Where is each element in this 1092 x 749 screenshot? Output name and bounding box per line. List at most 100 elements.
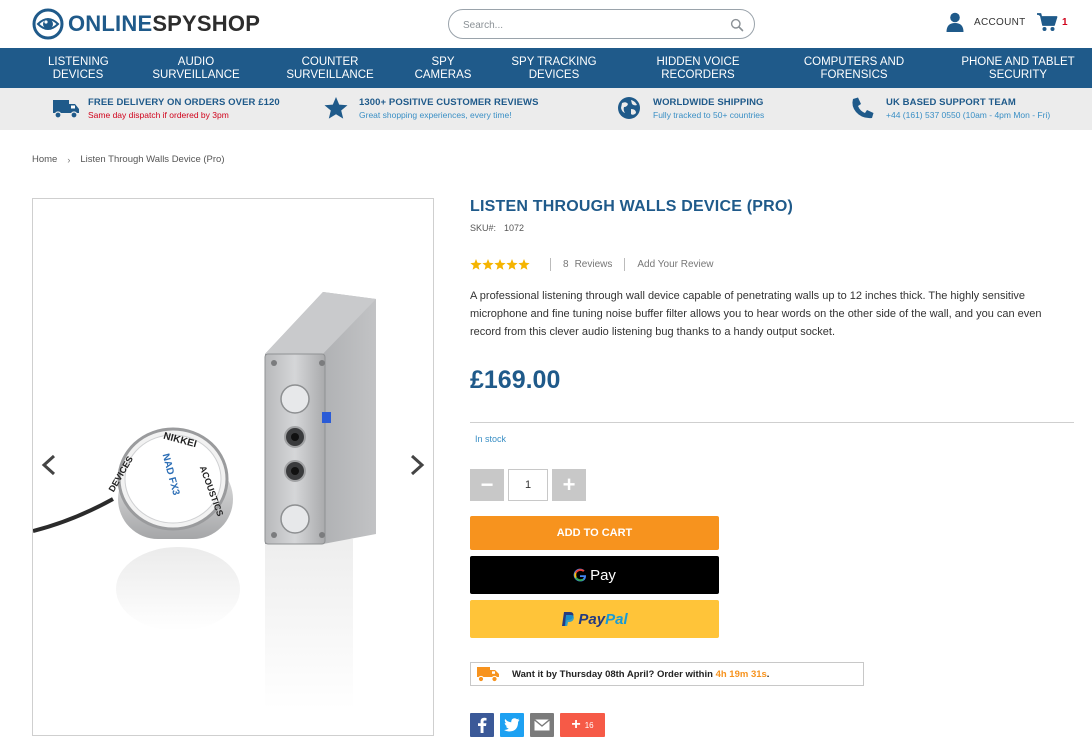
account-link[interactable]: ACCOUNT	[946, 12, 1026, 32]
share-more-button[interactable]: + 16	[560, 713, 605, 737]
nav-label-line1: SPY	[431, 56, 455, 68]
benefit-title: FREE DELIVERY ON ORDERS OVER £120	[88, 97, 280, 108]
user-icon	[946, 12, 964, 32]
breadcrumb-home[interactable]: Home	[32, 154, 57, 165]
cart-icon	[1037, 13, 1058, 31]
paypal-label-pal: Pal	[605, 610, 628, 628]
product-image	[33, 292, 376, 709]
nav-item-computers-and-forensics[interactable]: COMPUTERS AND FORENSICS	[800, 56, 908, 82]
nav-label-line2: SURVEILLANCE	[286, 69, 374, 81]
sku-value: 1072	[504, 223, 525, 233]
nav-item-audio-surveillance[interactable]: AUDIO SURVEILLANCE	[152, 56, 240, 82]
star-icon	[470, 259, 482, 270]
star-icon	[506, 259, 518, 270]
add-review-link[interactable]: Add Your Review	[637, 259, 713, 270]
nav-label-line2: CAMERAS	[414, 69, 472, 81]
cart-link[interactable]: 1	[1036, 12, 1068, 32]
benefits-bar: FREE DELIVERY ON ORDERS OVER £120 Same d…	[0, 88, 1092, 130]
product-description: A professional listening through wall de…	[470, 290, 1042, 338]
paypal-label-pay: Pay	[578, 610, 606, 628]
share-count: 16	[584, 720, 594, 730]
nav-label-line2: FORENSICS	[820, 69, 888, 81]
reviews-link[interactable]: Reviews	[575, 259, 613, 270]
google-pay-label: Pay	[590, 566, 616, 584]
delivery-estimate: Want it by Thursday 08th April? Order wi…	[470, 662, 864, 686]
twitter-icon	[504, 718, 520, 732]
globe-icon	[618, 97, 640, 119]
benefit-free-delivery: FREE DELIVERY ON ORDERS OVER £120 Same d…	[52, 96, 280, 120]
chevron-left-icon[interactable]	[41, 454, 57, 476]
benefit-subtitle: Same day dispatch if ordered by 3pm	[88, 110, 229, 120]
nav-label-line1: COMPUTERS AND	[803, 56, 905, 68]
nav-item-listening-devices[interactable]: LISTENING DEVICES	[48, 56, 109, 82]
benefit-uk-support: UK BASED SUPPORT TEAM +44 (161) 537 0550…	[850, 96, 1050, 120]
nav-label-line2: DEVICES	[52, 69, 104, 81]
nav-label-line1: COUNTER	[301, 56, 359, 68]
breadcrumb: Home › Listen Through Walls Device (Pro)	[32, 154, 224, 165]
rating-stars	[470, 259, 530, 270]
quantity-decrease-button[interactable]: −	[470, 469, 504, 501]
paypal-button[interactable]: Pay Pal	[470, 600, 719, 638]
product-rating: 8 Reviews Add Your Review	[470, 258, 714, 271]
benefit-customer-reviews: 1300+ POSITIVE CUSTOMER REVIEWS Great sh…	[323, 96, 539, 120]
star-icon	[494, 259, 506, 270]
top-header: ONLINESPYSHOP ACCOUNT 1	[0, 0, 1092, 48]
benefit-title: WORLDWIDE SHIPPING	[653, 97, 764, 108]
share-twitter-button[interactable]	[500, 713, 524, 737]
site-logo[interactable]: ONLINESPYSHOP	[32, 8, 260, 40]
search-icon[interactable]	[730, 18, 744, 32]
google-g-icon	[573, 568, 587, 582]
quantity-stepper: − +	[470, 469, 586, 501]
nav-label-line2: SECURITY	[988, 69, 1048, 81]
nav-label-line1: HIDDEN VOICE	[656, 56, 740, 68]
account-label: ACCOUNT	[974, 16, 1026, 28]
star-icon	[482, 259, 494, 270]
rating-divider	[550, 258, 551, 271]
logo-text-spyshop: SPYSHOP	[152, 11, 261, 36]
star-icon	[324, 97, 348, 119]
review-count[interactable]: 8	[563, 259, 569, 270]
delivery-text: Want it by Thursday 08th April? Order wi…	[512, 668, 716, 680]
nav-label-line1: LISTENING	[48, 56, 109, 68]
star-icon	[518, 259, 530, 270]
chevron-right-icon[interactable]	[409, 454, 425, 476]
delivery-truck-icon	[477, 667, 499, 683]
chevron-right-icon: ›	[67, 154, 71, 165]
delivery-suffix: .	[766, 668, 770, 680]
breadcrumb-current: Listen Through Walls Device (Pro)	[80, 154, 225, 165]
plus-icon: +	[571, 716, 581, 733]
search-box	[448, 9, 755, 39]
add-to-cart-button[interactable]: ADD TO CART	[470, 516, 719, 550]
sku-label: SKU#:	[470, 223, 497, 233]
truck-icon	[53, 100, 79, 119]
nav-label-line1: PHONE AND TABLET	[961, 56, 1075, 68]
nav-item-counter-surveillance[interactable]: COUNTER SURVEILLANCE	[286, 56, 374, 82]
quantity-increase-button[interactable]: +	[552, 469, 586, 501]
search-input[interactable]	[463, 16, 713, 34]
nav-label-line2: SURVEILLANCE	[152, 69, 240, 81]
share-email-button[interactable]	[530, 713, 554, 737]
nav-item-spy-tracking-devices[interactable]: SPY TRACKING DEVICES	[510, 56, 598, 82]
nav-item-hidden-voice-recorders[interactable]: HIDDEN VOICE RECORDERS	[654, 56, 742, 82]
nav-label-line1: AUDIO	[177, 56, 215, 68]
product-price: £169.00	[470, 366, 561, 394]
benefit-worldwide-shipping: WORLDWIDE SHIPPING Fully tracked to 50+ …	[617, 96, 764, 120]
nav-item-spy-cameras[interactable]: SPY CAMERAS	[412, 56, 474, 82]
benefit-title: 1300+ POSITIVE CUSTOMER REVIEWS	[359, 97, 539, 108]
nav-label-line2: RECORDERS	[661, 69, 735, 81]
benefit-subtitle: +44 (161) 537 0550 (10am - 4pm Mon - Fri…	[886, 110, 1051, 120]
phone-icon	[852, 97, 874, 119]
product-gallery[interactable]: NIKKEI ACOUSTICS DEVICES NAD FX3	[32, 198, 434, 736]
benefit-title: UK BASED SUPPORT TEAM	[886, 97, 1016, 108]
benefit-subtitle: Great shopping experiences, every time!	[359, 110, 512, 120]
google-pay-button[interactable]: Pay	[470, 556, 719, 594]
quantity-input[interactable]	[508, 469, 548, 501]
nav-label-line2: DEVICES	[528, 69, 580, 81]
logo-text-online: ONLINE	[68, 11, 153, 36]
nav-item-phone-and-tablet-security[interactable]: PHONE AND TABLET SECURITY	[956, 56, 1080, 82]
product-sku: SKU#: 1072	[470, 223, 524, 233]
logo-eye-icon	[32, 8, 64, 40]
main-nav: LISTENING DEVICES AUDIO SURVEILLANCE COU…	[0, 48, 1092, 88]
cart-count: 1	[1062, 16, 1068, 28]
share-facebook-button[interactable]	[470, 713, 494, 737]
